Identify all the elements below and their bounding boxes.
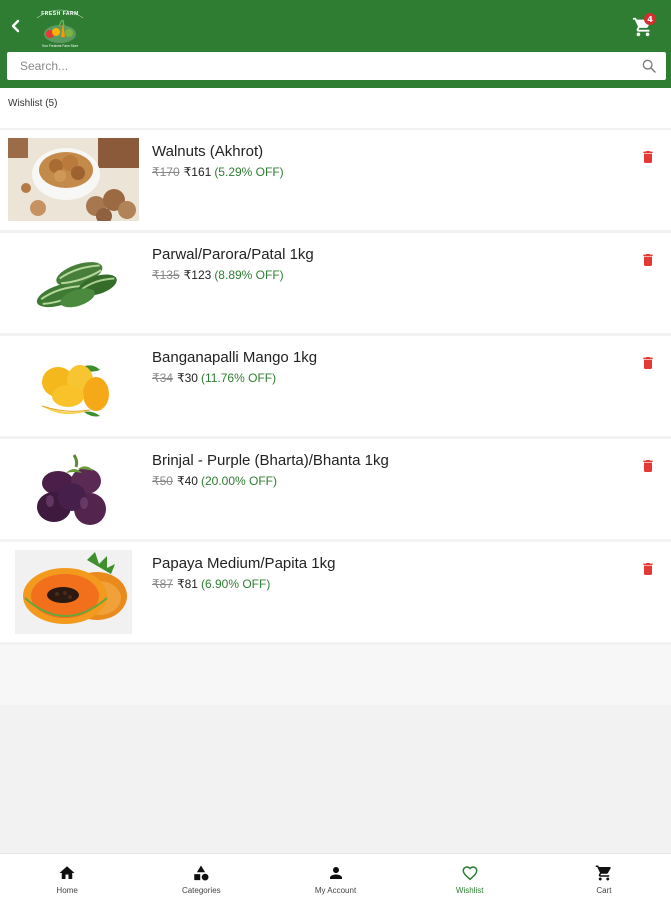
sale-price: ₹161 [183, 165, 212, 179]
heart-icon [462, 865, 478, 880]
price-line: ₹34 ₹30 (11.76% OFF) [152, 371, 276, 385]
svg-text:Your Freshest Farm Store: Your Freshest Farm Store [42, 44, 79, 48]
product-name[interactable]: Banganapalli Mango 1kg [152, 349, 317, 366]
app-header: FRESH FARM Your Freshest Farm Store 4 [0, 0, 671, 88]
product-name[interactable]: Papaya Medium/Papita 1kg [152, 555, 335, 572]
bottom-navigation: Home Categories My Account Wishlist Cart [0, 853, 671, 900]
sale-price: ₹40 [176, 474, 198, 488]
discount-label: (11.76% OFF) [200, 371, 277, 385]
nav-my-account[interactable]: My Account [268, 854, 402, 900]
original-price: ₹87 [152, 577, 173, 591]
wishlist-item[interactable]: Brinjal - Purple (Bharta)/Bhanta 1kg ₹50… [0, 439, 671, 539]
search-input[interactable] [7, 52, 627, 80]
price-line: ₹135 ₹123 (8.89% OFF) [152, 268, 284, 282]
parwal-image[interactable] [8, 241, 139, 324]
delete-icon[interactable] [640, 148, 656, 166]
nav-categories-label: Categories [181, 885, 221, 895]
original-price: ₹34 [152, 371, 173, 385]
chevron-left-icon [11, 19, 20, 33]
product-name[interactable]: Walnuts (Akhrot) [152, 143, 263, 160]
svg-text:FRESH FARM: FRESH FARM [41, 11, 79, 17]
mango-image[interactable] [8, 344, 139, 427]
wishlist-title: Wishlist (5) [8, 98, 58, 109]
brand-logo[interactable]: FRESH FARM Your Freshest Farm Store [33, 4, 87, 50]
papaya-image[interactable] [15, 550, 132, 634]
discount-label: (5.29% OFF) [214, 165, 284, 179]
sale-price: ₹123 [183, 268, 212, 282]
wishlist-item[interactable]: Papaya Medium/Papita 1kg ₹87 ₹81 (6.90% OF… [0, 542, 671, 642]
original-price: ₹135 [152, 268, 180, 282]
price-line: ₹50 ₹40 (20.00% OFF) [152, 474, 277, 488]
list-footer-spacer [0, 645, 671, 705]
search-bar [7, 52, 666, 80]
delete-icon[interactable] [640, 560, 656, 578]
nav-categories[interactable]: Categories [134, 854, 268, 900]
delete-icon[interactable] [640, 457, 656, 475]
sale-price: ₹30 [176, 371, 198, 385]
wishlist-item[interactable]: Walnuts (Akhrot) ₹170 ₹161 (5.29% OFF) [0, 130, 671, 230]
product-name[interactable]: Brinjal - Purple (Bharta)/Bhanta 1kg [152, 452, 389, 469]
search-icon[interactable] [641, 58, 657, 74]
brinjal-image[interactable] [8, 447, 139, 530]
discount-label: (20.00% OFF) [200, 474, 277, 488]
delete-icon[interactable] [640, 354, 656, 372]
nav-cart[interactable]: Cart [537, 854, 671, 900]
original-price: ₹170 [152, 165, 180, 179]
nav-home-label: Home [56, 885, 78, 895]
discount-label: (8.89% OFF) [214, 268, 284, 282]
wishlist-header: Wishlist (5) [0, 88, 671, 128]
price-line: ₹87 ₹81 (6.90% OFF) [152, 577, 270, 591]
original-price: ₹50 [152, 474, 173, 488]
nav-wishlist-label: Wishlist [455, 885, 484, 895]
nav-home[interactable]: Home [0, 854, 134, 900]
price-line: ₹170 ₹161 (5.29% OFF) [152, 165, 284, 179]
nav-wishlist[interactable]: Wishlist [403, 854, 537, 900]
walnuts-image[interactable] [8, 138, 139, 221]
account-icon [329, 866, 342, 879]
wishlist-item[interactable]: Banganapalli Mango 1kg ₹34 ₹30 (11.76% OFF… [0, 336, 671, 436]
discount-label: (6.90% OFF) [200, 577, 271, 591]
nav-cart-label: Cart [596, 885, 612, 895]
delete-icon[interactable] [640, 251, 656, 269]
back-button[interactable] [6, 14, 26, 38]
cart-count-badge: 4 [644, 13, 656, 25]
wishlist-list: Walnuts (Akhrot) ₹170 ₹161 (5.29% OFF) P… [0, 130, 671, 645]
wishlist-item[interactable]: Parwal/Parora/Patal 1kg ₹135 ₹123 (8.89% O… [0, 233, 671, 333]
product-name[interactable]: Parwal/Parora/Patal 1kg [152, 246, 314, 263]
cart-icon [595, 865, 611, 880]
nav-my-account-label: My Account [314, 885, 357, 895]
sale-price: ₹81 [176, 577, 198, 591]
categories-icon [194, 865, 209, 880]
home-icon [59, 865, 75, 879]
